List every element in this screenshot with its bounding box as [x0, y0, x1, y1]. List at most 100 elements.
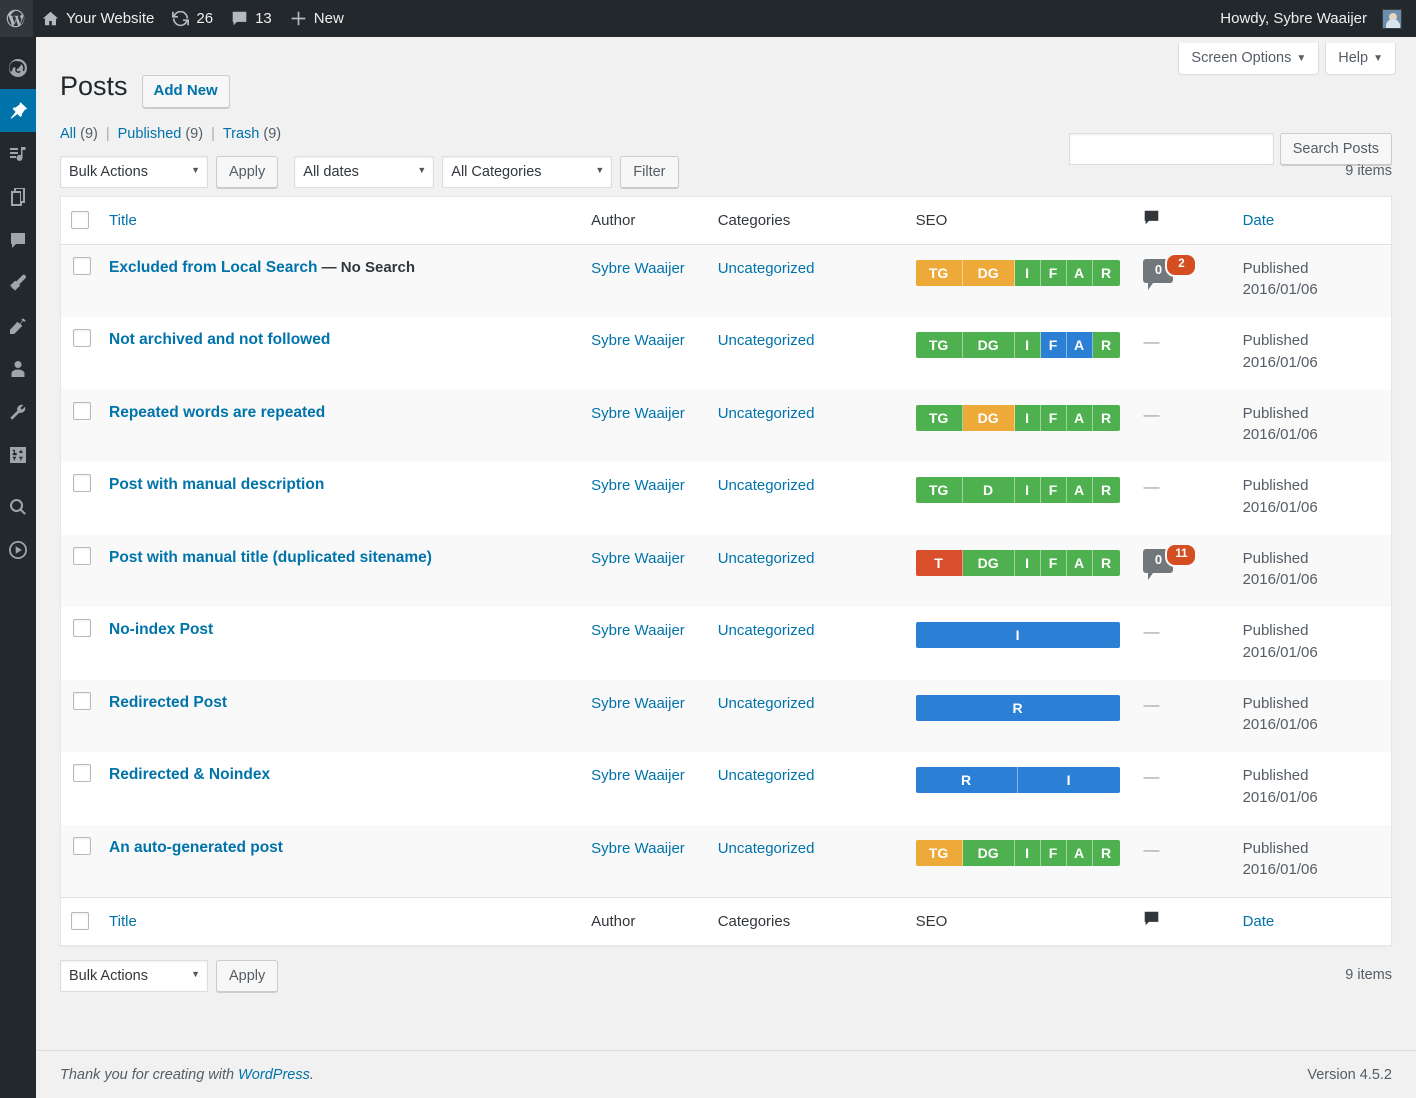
sort-date-link[interactable]: Date [1243, 212, 1275, 229]
sidebar-item-tools[interactable] [0, 390, 36, 433]
seo-segment-r[interactable]: R [1093, 840, 1120, 866]
sidebar-item-media[interactable] [0, 132, 36, 175]
author-link[interactable]: Sybre Waaijer [591, 550, 685, 567]
seo-segment-tg[interactable]: TG [916, 260, 963, 286]
seo-segment-tg[interactable]: TG [916, 477, 963, 503]
seo-segment-i[interactable]: I [1018, 767, 1120, 793]
apply-button-top[interactable]: Apply [216, 156, 278, 188]
apply-button-bottom[interactable]: Apply [216, 960, 278, 992]
sidebar-item-settings[interactable] [0, 433, 36, 476]
sidebar-item-search[interactable] [0, 485, 36, 528]
view-published-link[interactable]: Published [118, 126, 182, 142]
seo-segment-r[interactable]: R [1093, 550, 1120, 576]
wordpress-link[interactable]: WordPress [238, 1067, 310, 1083]
seo-segment-a[interactable]: A [1067, 477, 1093, 503]
sidebar-item-plugins[interactable] [0, 304, 36, 347]
all-categories-select[interactable]: All Categories [442, 156, 612, 188]
row-checkbox[interactable] [73, 402, 91, 420]
post-title-link[interactable]: Redirected Post [109, 694, 227, 711]
sort-date-link-bottom[interactable]: Date [1243, 913, 1275, 930]
filter-button[interactable]: Filter [620, 156, 678, 188]
row-checkbox[interactable] [73, 764, 91, 782]
author-link[interactable]: Sybre Waaijer [591, 695, 685, 712]
seo-segment-dg[interactable]: DG [963, 260, 1015, 286]
category-link[interactable]: Uncategorized [718, 405, 815, 422]
post-title-link[interactable]: Post with manual title (duplicated siten… [109, 549, 432, 566]
column-footer-comments[interactable] [1133, 897, 1232, 945]
screen-options-button[interactable]: Screen Options▼ [1178, 43, 1319, 75]
row-checkbox[interactable] [73, 547, 91, 565]
view-trash[interactable]: Trash (9) [223, 126, 281, 142]
seo-segment-tg[interactable]: TG [916, 405, 963, 431]
bulk-actions-select-bottom[interactable]: Bulk Actions [60, 960, 208, 992]
sidebar-item-comments[interactable] [0, 218, 36, 261]
sidebar-item-appearance[interactable] [0, 261, 36, 304]
view-all[interactable]: All (9) | [60, 126, 118, 142]
row-checkbox[interactable] [73, 474, 91, 492]
sidebar-item-users[interactable] [0, 347, 36, 390]
category-link[interactable]: Uncategorized [718, 767, 815, 784]
author-link[interactable]: Sybre Waaijer [591, 477, 685, 494]
post-title-link[interactable]: An auto-generated post [109, 839, 283, 856]
seo-segment-r[interactable]: R [1093, 332, 1120, 358]
seo-segment-a[interactable]: A [1067, 260, 1093, 286]
comments-link[interactable]: 13 [222, 0, 281, 37]
row-checkbox[interactable] [73, 837, 91, 855]
sidebar-item-pages[interactable] [0, 175, 36, 218]
column-footer-date[interactable]: Date [1233, 897, 1391, 945]
sidebar-item-posts[interactable] [0, 89, 36, 132]
seo-segment-a[interactable]: A [1067, 332, 1093, 358]
seo-segment-i[interactable]: I [1015, 550, 1041, 576]
row-checkbox[interactable] [73, 329, 91, 347]
seo-segment-i[interactable]: I [916, 622, 1120, 648]
post-title-link[interactable]: No-index Post [109, 621, 213, 638]
view-trash-link[interactable]: Trash [223, 126, 260, 142]
category-link[interactable]: Uncategorized [718, 840, 815, 857]
seo-segment-r[interactable]: R [1093, 477, 1120, 503]
post-title-link[interactable]: Redirected & Noindex [109, 766, 270, 783]
sort-title-link-bottom[interactable]: Title [109, 913, 137, 930]
seo-segment-dg[interactable]: DG [963, 840, 1015, 866]
seo-segment-f[interactable]: F [1041, 840, 1067, 866]
seo-segment-i[interactable]: I [1015, 477, 1041, 503]
category-link[interactable]: Uncategorized [718, 260, 815, 277]
seo-segment-a[interactable]: A [1067, 840, 1093, 866]
add-new-button[interactable]: Add New [142, 75, 230, 108]
site-name-link[interactable]: Your Website [33, 0, 163, 37]
pending-comments-badge[interactable]: 2 [1165, 253, 1197, 277]
author-link[interactable]: Sybre Waaijer [591, 840, 685, 857]
column-header-comments[interactable] [1133, 197, 1232, 245]
seo-segment-i[interactable]: I [1015, 332, 1041, 358]
column-header-date[interactable]: Date [1233, 197, 1391, 245]
post-title-link[interactable]: Excluded from Local Search [109, 259, 317, 276]
seo-segment-r[interactable]: R [916, 767, 1018, 793]
select-all-checkbox-bottom[interactable] [71, 912, 89, 930]
category-link[interactable]: Uncategorized [718, 695, 815, 712]
column-header-title[interactable]: Title [99, 197, 581, 245]
seo-segment-f[interactable]: F [1041, 332, 1067, 358]
bulk-actions-select[interactable]: Bulk Actions [60, 156, 208, 188]
seo-segment-d[interactable]: D [963, 477, 1015, 503]
seo-segment-t[interactable]: T [916, 550, 963, 576]
seo-segment-r[interactable]: R [1093, 260, 1120, 286]
help-button[interactable]: Help▼ [1325, 43, 1396, 75]
category-link[interactable]: Uncategorized [718, 550, 815, 567]
category-link[interactable]: Uncategorized [718, 332, 815, 349]
author-link[interactable]: Sybre Waaijer [591, 405, 685, 422]
author-link[interactable]: Sybre Waaijer [591, 767, 685, 784]
row-checkbox[interactable] [73, 692, 91, 710]
select-all-checkbox-top[interactable] [71, 211, 89, 229]
author-link[interactable]: Sybre Waaijer [591, 622, 685, 639]
seo-segment-r[interactable]: R [1093, 405, 1120, 431]
post-title-link[interactable]: Post with manual description [109, 476, 324, 493]
category-link[interactable]: Uncategorized [718, 622, 815, 639]
row-checkbox[interactable] [73, 257, 91, 275]
post-title-link[interactable]: Not archived and not followed [109, 331, 330, 348]
seo-segment-f[interactable]: F [1041, 477, 1067, 503]
category-link[interactable]: Uncategorized [718, 477, 815, 494]
seo-segment-a[interactable]: A [1067, 550, 1093, 576]
seo-segment-f[interactable]: F [1041, 405, 1067, 431]
post-title-link[interactable]: Repeated words are repeated [109, 404, 325, 421]
column-footer-title[interactable]: Title [99, 897, 581, 945]
updates-link[interactable]: 26 [163, 0, 222, 37]
